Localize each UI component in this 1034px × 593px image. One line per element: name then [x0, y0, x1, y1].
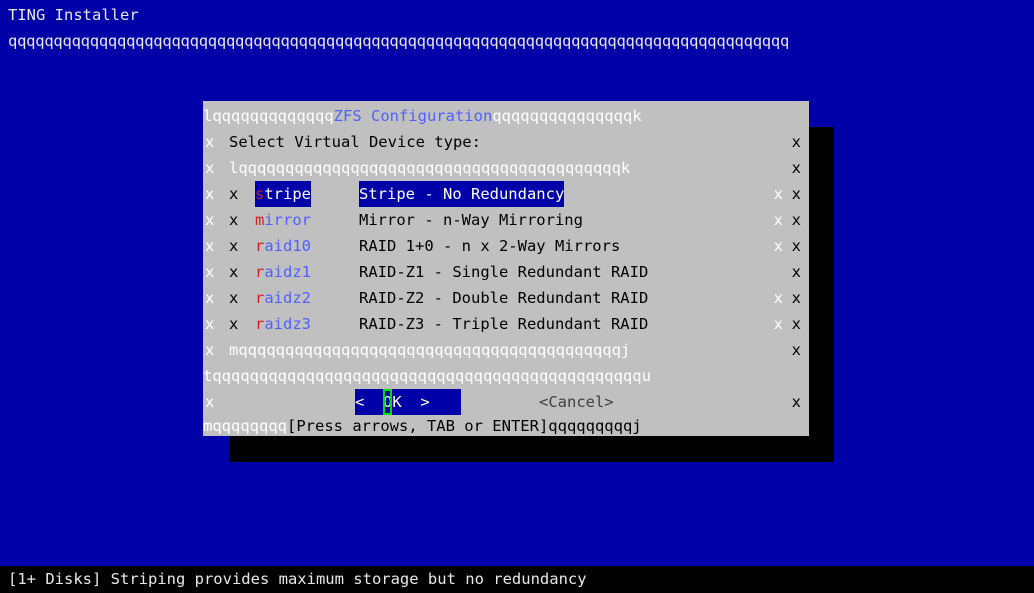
menu-tag-text: aidz1: [264, 263, 312, 281]
list-border-right: x: [773, 185, 783, 203]
bottom-border-right: qqqqqqqqqj: [548, 417, 642, 435]
buttons-row: x < OK > <Cancel> x: [203, 389, 809, 415]
border-left: x: [205, 263, 215, 281]
menu-tag-text: irror: [264, 211, 312, 229]
menu-tag-raidz1: raidz1: [255, 259, 311, 285]
list-top-border: x lqqqqqqqqqqqqqqqqqqqqqqqqqqqqqqqqqqqqqq…: [203, 155, 809, 181]
menu-hotkey: r: [255, 237, 265, 255]
status-line: [1+ Disks] Striping provides maximum sto…: [0, 566, 1034, 593]
border-right: x: [791, 185, 801, 203]
menu-hotkey: s: [255, 185, 265, 203]
cancel-button[interactable]: <Cancel>: [539, 389, 614, 415]
menu-desc-stripe: Stripe - No Redundancy: [359, 181, 565, 207]
border-right: x: [791, 393, 801, 411]
menu-tag-text: aidz3: [264, 315, 312, 333]
dialog-separator: tqqqqqqqqqqqqqqqqqqqqqqqqqqqqqqqqqqqqqqq…: [203, 363, 809, 389]
border-left: x: [205, 133, 215, 151]
list-border-left: x: [229, 211, 239, 229]
list-border-left: x: [229, 237, 239, 255]
border-left: x: [205, 393, 215, 411]
list-border-right: x: [773, 289, 783, 307]
menu-tag-text: tripe: [264, 185, 312, 203]
list-border-left: x: [229, 315, 239, 333]
menu-tag-mirror: mirror: [255, 207, 311, 233]
menu-hotkey: r: [255, 263, 265, 281]
dialog-title: ZFS Configuration: [333, 107, 493, 125]
menu-item-mirror[interactable]: x x mirror Mirror - n-Way Mirroring x x: [203, 207, 809, 233]
list-border-right: x: [773, 315, 783, 333]
border-left: x: [205, 315, 215, 333]
menu-hotkey: r: [255, 315, 265, 333]
ok-button[interactable]: < OK >: [355, 389, 461, 415]
border-left: x: [205, 185, 215, 203]
border-right: x: [791, 263, 801, 281]
menu-item-raidz2[interactable]: x x raidz2 RAID-Z2 - Double Redundant RAID x…: [203, 285, 809, 311]
border-right: x: [791, 289, 801, 307]
list-border-left: x: [229, 263, 239, 281]
list-bottom-border: x mqqqqqqqqqqqqqqqqqqqqqqqqqqqqqqqqqqqqqq…: [203, 337, 809, 363]
menu-tag-raidz3: raidz3: [255, 311, 311, 337]
key-hint: [Press arrows, TAB or ENTER]: [287, 417, 549, 435]
list-border-left: x: [229, 289, 239, 307]
separator-line: tqqqqqqqqqqqqqqqqqqqqqqqqqqqqqqqqqqqqqqq…: [203, 367, 651, 385]
prompt-text: Select Virtual Device type:: [229, 133, 481, 151]
menu-tag-raidz2: raidz2: [255, 285, 311, 311]
top-border-left: lqqqqqqqqqqqqq: [203, 107, 334, 125]
dialog-top-border: lqqqqqqqqqqqqqZFS Configurationqqqqqqqqq…: [203, 103, 809, 129]
menu-item-raidz1[interactable]: x x raidz1 RAID-Z1 - Single Redundant RAID x: [203, 259, 809, 285]
menu-desc-mirror: Mirror - n-Way Mirroring: [359, 211, 583, 229]
menu-desc-raidz1: RAID-Z1 - Single Redundant RAID: [359, 263, 649, 281]
ok-cursor: O: [383, 389, 393, 415]
menu-tag-text: aid10: [264, 237, 312, 255]
menu-desc-raid10: RAID 1+0 - n x 2-Way Mirrors: [359, 237, 621, 255]
list-border-right: x: [773, 237, 783, 255]
menu-item-raid10[interactable]: x x raid10 RAID 1+0 - n x 2-Way Mirrors x x: [203, 233, 809, 259]
menu-hotkey: m: [255, 211, 265, 229]
menu-tag-raid10: raid10: [255, 233, 311, 259]
border-left: x: [205, 159, 215, 177]
menu-item-stripe[interactable]: x x stripe Stripe - No Redundancy x x: [203, 181, 809, 207]
installer-title: TING Installer: [8, 6, 139, 24]
menu-desc-raidz3: RAID-Z3 - Triple Redundant RAID: [359, 315, 649, 333]
menu-tag-text: aidz2: [264, 289, 312, 307]
border-right: x: [791, 341, 801, 359]
ok-button-right: K >: [392, 393, 430, 411]
header-rule: qqqqqqqqqqqqqqqqqqqqqqqqqqqqqqqqqqqqqqqq…: [8, 32, 790, 50]
ok-button-left: <: [355, 393, 383, 411]
bottom-border-left: mqqqqqqqq: [203, 417, 287, 435]
zfs-configuration-dialog: lqqqqqqqqqqqqqZFS Configurationqqqqqqqqq…: [203, 101, 809, 436]
menu-desc-raidz2: RAID-Z2 - Double Redundant RAID: [359, 289, 649, 307]
border-left: x: [205, 341, 215, 359]
border-right: x: [791, 237, 801, 255]
list-bottom-line: mqqqqqqqqqqqqqqqqqqqqqqqqqqqqqqqqqqqqqqq…: [229, 341, 631, 359]
border-right: x: [791, 315, 801, 333]
border-left: x: [205, 211, 215, 229]
list-border-right: x: [773, 211, 783, 229]
dialog-bottom-border: mqqqqqqqq[Press arrows, TAB or ENTER]qqq…: [203, 413, 809, 439]
menu-hotkey: r: [255, 289, 265, 307]
menu-item-raidz3[interactable]: x x raidz3 RAID-Z3 - Triple Redundant RAID x…: [203, 311, 809, 337]
prompt-row: x Select Virtual Device type: x: [203, 129, 809, 155]
border-left: x: [205, 289, 215, 307]
menu-tag-stripe: stripe: [255, 181, 312, 207]
border-left: x: [205, 237, 215, 255]
list-top-line: lqqqqqqqqqqqqqqqqqqqqqqqqqqqqqqqqqqqqqqq…: [229, 159, 631, 177]
border-right: x: [791, 211, 801, 229]
border-right: x: [791, 159, 801, 177]
top-border-right: qqqqqqqqqqqqqqqk: [492, 107, 642, 125]
list-border-left: x: [229, 185, 239, 203]
border-right: x: [791, 133, 801, 151]
